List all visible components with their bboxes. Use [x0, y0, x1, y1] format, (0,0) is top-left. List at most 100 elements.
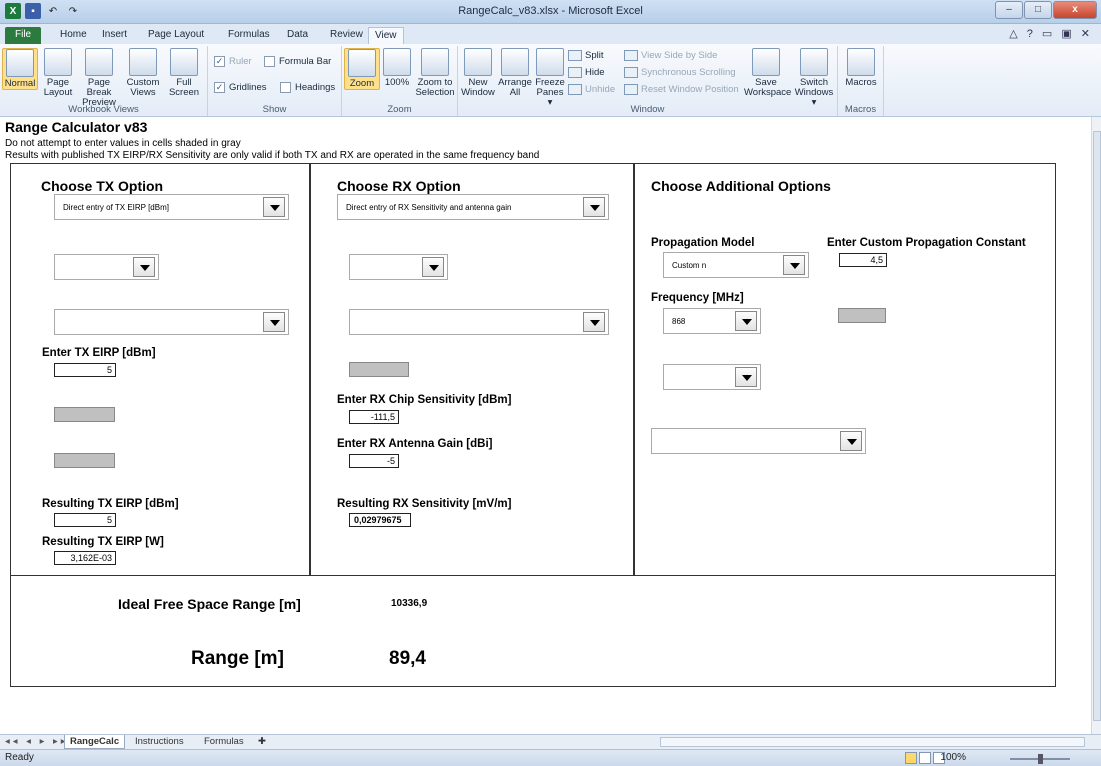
zoom-100-button[interactable]: 100% [382, 48, 412, 88]
maximize-button[interactable]: □ [1024, 1, 1052, 19]
ribbon-tabs: File Home Insert Page Layout Formulas Da… [0, 24, 1101, 44]
view-buttons [905, 752, 945, 764]
rx-option-dropdown[interactable]: Direct entry of RX Sensitivity and anten… [337, 194, 609, 220]
sheet-tab-rangecalc[interactable]: RangeCalc [64, 735, 126, 749]
zoom-to-selection-button[interactable]: Zoom to Selection [414, 48, 456, 98]
sheet-nav-arrows-icon[interactable]: ◂◂ ◂ ▸ ▸▸ [5, 736, 69, 747]
macros-button[interactable]: Macros [842, 48, 880, 88]
rx-chip-input[interactable]: -111,5 [349, 410, 399, 424]
freeze-panes-button[interactable]: Freeze Panes ▾ [534, 48, 566, 108]
unhide-button[interactable]: Unhide [568, 84, 615, 95]
rx-result-value: 0,02979675 [349, 513, 411, 527]
arrange-all-icon [501, 48, 529, 76]
group-label: Show [262, 104, 287, 115]
tx-result-w-value: 3,162E-03 [54, 551, 116, 565]
note-gray-cells: Do not attempt to enter values in cells … [5, 138, 241, 149]
group-workbook-views: Normal Page Layout Page Break Preview Cu… [0, 46, 208, 116]
zoom-slider[interactable] [1010, 754, 1070, 764]
synchronous-scrolling-button[interactable]: Synchronous Scrolling [624, 67, 736, 78]
zoom-button[interactable]: Zoom [344, 48, 380, 90]
rx-dropdown-3[interactable] [349, 309, 609, 335]
switch-windows-button[interactable]: Switch Windows ▾ [792, 48, 836, 108]
minimize-button[interactable]: – [995, 1, 1023, 19]
additional-dropdown-4[interactable] [651, 428, 866, 454]
normal-view-button[interactable]: Normal [2, 48, 38, 90]
insert-sheet-icon[interactable]: ✚ [253, 735, 271, 749]
group-label: Zoom [387, 104, 412, 115]
chevron-down-icon[interactable] [783, 255, 805, 275]
split-button[interactable]: Split [568, 50, 603, 61]
normal-view-icon[interactable] [905, 752, 917, 764]
tx-gray-cell-1 [54, 407, 115, 422]
new-window-button[interactable]: New Window [460, 48, 496, 98]
arrange-all-button[interactable]: Arrange All [498, 48, 532, 98]
ideal-range-label: Ideal Free Space Range [m] [118, 596, 301, 612]
chevron-down-icon[interactable] [263, 312, 285, 332]
save-workspace-button[interactable]: Save Workspace [744, 48, 791, 98]
tx-dropdown-2[interactable] [54, 254, 159, 280]
gridlines-checkbox[interactable]: ✓ Gridlines [214, 82, 267, 93]
chevron-down-icon[interactable] [735, 367, 757, 387]
tab-data[interactable]: Data [281, 27, 314, 44]
tab-review[interactable]: Review [324, 27, 369, 44]
page-break-preview-button[interactable]: Page Break Preview [78, 48, 120, 108]
frequency-label: Frequency [MHz] [651, 292, 744, 304]
full-screen-icon [170, 48, 198, 76]
chevron-down-icon[interactable] [583, 312, 605, 332]
horizontal-scrollbar[interactable] [660, 737, 1085, 747]
hide-button[interactable]: Hide [568, 67, 605, 78]
tab-file[interactable]: File [5, 27, 42, 44]
tx-eirp-label: Enter TX EIRP [dBm] [42, 347, 156, 359]
full-screen-button[interactable]: Full Screen [166, 48, 202, 98]
tab-insert[interactable]: Insert [96, 27, 133, 44]
rx-chip-label: Enter RX Chip Sensitivity [dBm] [337, 394, 512, 406]
custom-views-button[interactable]: Custom Views [124, 48, 162, 98]
sheet-tab-formulas[interactable]: Formulas [199, 735, 249, 749]
chevron-down-icon[interactable] [840, 431, 862, 451]
ruler-checkbox[interactable]: ✓ Ruler [214, 56, 252, 67]
chevron-down-icon[interactable] [263, 197, 285, 217]
magnifier-icon [348, 49, 376, 77]
title-bar: X ▪ ↶ ↷ RangeCalc_v83.xlsx - Microsoft E… [0, 0, 1101, 24]
propagation-model-dropdown[interactable]: Custom n [663, 252, 809, 278]
tab-formulas[interactable]: Formulas [222, 27, 276, 44]
tx-option-dropdown[interactable]: Direct entry of TX EIRP [dBm] [54, 194, 289, 220]
close-button[interactable]: x [1053, 1, 1097, 19]
worksheet[interactable]: Range Calculator v83 Do not attempt to e… [0, 117, 1091, 734]
scrollbar-thumb[interactable] [1093, 131, 1101, 721]
page-layout-button[interactable]: Page Layout [40, 48, 76, 98]
tab-home[interactable]: Home [54, 27, 93, 44]
page-break-icon [85, 48, 113, 76]
rx-gain-input[interactable]: -5 [349, 454, 399, 468]
help-icon[interactable]: △ ? ▭ ▣ ✕ [1009, 27, 1093, 40]
chevron-down-icon[interactable] [133, 257, 155, 277]
save-workspace-icon [752, 48, 780, 76]
tx-eirp-input[interactable]: 5 [54, 363, 116, 377]
rx-dropdown-2[interactable] [349, 254, 448, 280]
tab-page-layout[interactable]: Page Layout [142, 27, 210, 44]
new-window-icon [464, 48, 492, 76]
tx-result-dbm-value: 5 [54, 513, 116, 527]
additional-gray-cell [838, 308, 886, 323]
view-side-by-side-button[interactable]: View Side by Side [624, 50, 717, 61]
range-value: 89,4 [389, 648, 426, 669]
tab-view[interactable]: View [368, 27, 404, 44]
tx-dropdown-3[interactable] [54, 309, 289, 335]
chevron-down-icon[interactable] [583, 197, 605, 217]
zoom-level[interactable]: 100% [940, 752, 966, 763]
chevron-down-icon[interactable] [735, 311, 757, 331]
propagation-constant-input[interactable]: 4,5 [839, 253, 887, 267]
ribbon: Normal Page Layout Page Break Preview Cu… [0, 44, 1101, 117]
normal-view-icon [6, 49, 34, 77]
sheet-tab-instructions[interactable]: Instructions [130, 735, 189, 749]
frequency-dropdown[interactable]: 868 [663, 308, 761, 334]
tx-gray-cell-2 [54, 453, 115, 468]
page-layout-view-icon[interactable] [919, 752, 931, 764]
formula-bar-checkbox[interactable]: Formula Bar [264, 56, 331, 67]
note-frequency-band: Results with published TX EIRP/RX Sensit… [5, 150, 540, 161]
headings-checkbox[interactable]: Headings [280, 82, 335, 93]
vertical-scrollbar[interactable] [1091, 117, 1101, 734]
chevron-down-icon[interactable] [422, 257, 444, 277]
additional-dropdown-3[interactable] [663, 364, 761, 390]
reset-window-position-button[interactable]: Reset Window Position [624, 84, 739, 95]
